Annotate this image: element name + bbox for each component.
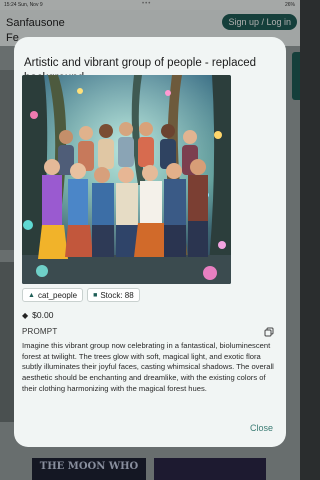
image-detail-dialog: Artistic and vibrant group of people - r… [14, 37, 286, 447]
close-button[interactable]: Close [250, 423, 273, 433]
stock-icon: ■ [93, 291, 98, 299]
category-label: cat_people [37, 290, 78, 300]
users-icon: ▲ [28, 291, 35, 299]
tag-row: ▲ cat_people ■ Stock: 88 [22, 288, 140, 302]
price-row: ◆ $0.00 [22, 310, 53, 320]
copy-icon[interactable] [264, 327, 274, 337]
stock-label: Stock: 88 [100, 290, 134, 300]
price-value: $0.00 [32, 310, 54, 320]
generated-image [22, 75, 231, 284]
stock-tag[interactable]: ■ Stock: 88 [87, 288, 140, 302]
prompt-text: Imagine this vibrant group now celebrati… [22, 341, 274, 393]
forest-people-illustration [22, 75, 231, 284]
category-tag[interactable]: ▲ cat_people [22, 288, 84, 302]
prompt-label: PROMPT [22, 327, 58, 336]
price-tag-icon: ◆ [22, 310, 29, 320]
